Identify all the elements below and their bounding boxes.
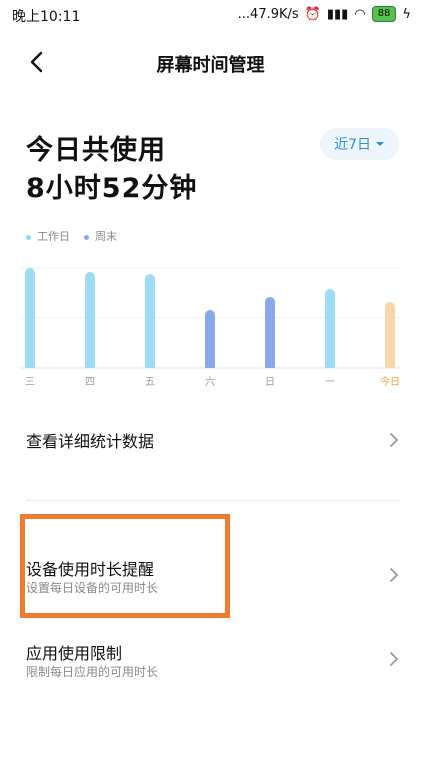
alarm-icon: ⏰ xyxy=(304,6,321,22)
chart-tick-label: 今日 xyxy=(380,375,400,388)
chart-bar[interactable] xyxy=(25,268,35,368)
charging-icon: ϟ xyxy=(402,6,411,22)
usage-summary-value: 8小时52分钟 xyxy=(26,173,198,204)
network-speed: ...47.9K/s xyxy=(237,6,299,22)
detailed-stats-label: 查看详细统计数据 xyxy=(26,432,155,451)
detailed-stats-row[interactable]: 查看详细统计数据 xyxy=(0,420,421,460)
chevron-right-icon xyxy=(390,652,399,666)
chart-legend: 工作日 周末 xyxy=(26,228,117,244)
section-divider xyxy=(26,500,399,501)
app-usage-limit-label: 应用使用限制 xyxy=(26,644,123,663)
legend-item-weekday: 工作日 xyxy=(26,228,70,244)
page-title: 屏幕时间管理 xyxy=(156,55,265,76)
app-usage-limit-sub: 限制每日应用的可用时长 xyxy=(26,665,159,679)
chart-bar[interactable] xyxy=(265,297,275,368)
chart-bar[interactable] xyxy=(145,274,155,368)
status-icons: ...47.9K/s ⏰ ▮▮▮ ◠ 88 ϟ xyxy=(238,6,411,22)
legend-item-weekend: 周末 xyxy=(84,228,117,244)
chart-tick-label: 一 xyxy=(325,377,335,388)
battery-badge: 88 xyxy=(371,6,397,22)
usage-summary-label: 今日共使用 xyxy=(26,135,166,166)
chart-bar[interactable] xyxy=(205,310,215,368)
chart-tick-label: 六 xyxy=(205,376,215,388)
legend-dot-icon xyxy=(84,234,89,240)
wifi-icon: ◠ xyxy=(354,6,366,22)
status-time: 晚上10:11 xyxy=(12,9,81,25)
chart-bar[interactable] xyxy=(85,272,95,368)
chart-bar[interactable] xyxy=(325,289,335,368)
app-header: 屏幕时间管理 xyxy=(0,40,421,84)
chart-tick-label: 四 xyxy=(85,377,95,388)
chevron-right-icon xyxy=(390,568,399,582)
annotation-highlight-box xyxy=(20,514,230,618)
chart-tick-label: 三 xyxy=(25,377,35,388)
range-label: 近7日 xyxy=(334,137,371,153)
chart-bar[interactable] xyxy=(385,302,395,368)
chart-tick-label: 五 xyxy=(145,377,155,388)
status-bar: 晚上10:11 ...47.9K/s ⏰ ▮▮▮ ◠ 88 ϟ xyxy=(0,0,421,28)
legend-dot-icon xyxy=(26,234,31,240)
caret-down-icon xyxy=(376,142,384,146)
range-selector[interactable]: 近7日 xyxy=(320,128,399,160)
app-usage-limit-row[interactable]: 应用使用限制 限制每日应用的可用时长 xyxy=(0,632,421,688)
chevron-right-icon xyxy=(390,433,399,447)
usage-bar-chart: 三 四 五 六 日 一 今日 xyxy=(20,267,400,388)
chart-tick-label: 日 xyxy=(265,377,275,388)
signal-icon: ▮▮▮ xyxy=(326,6,349,22)
